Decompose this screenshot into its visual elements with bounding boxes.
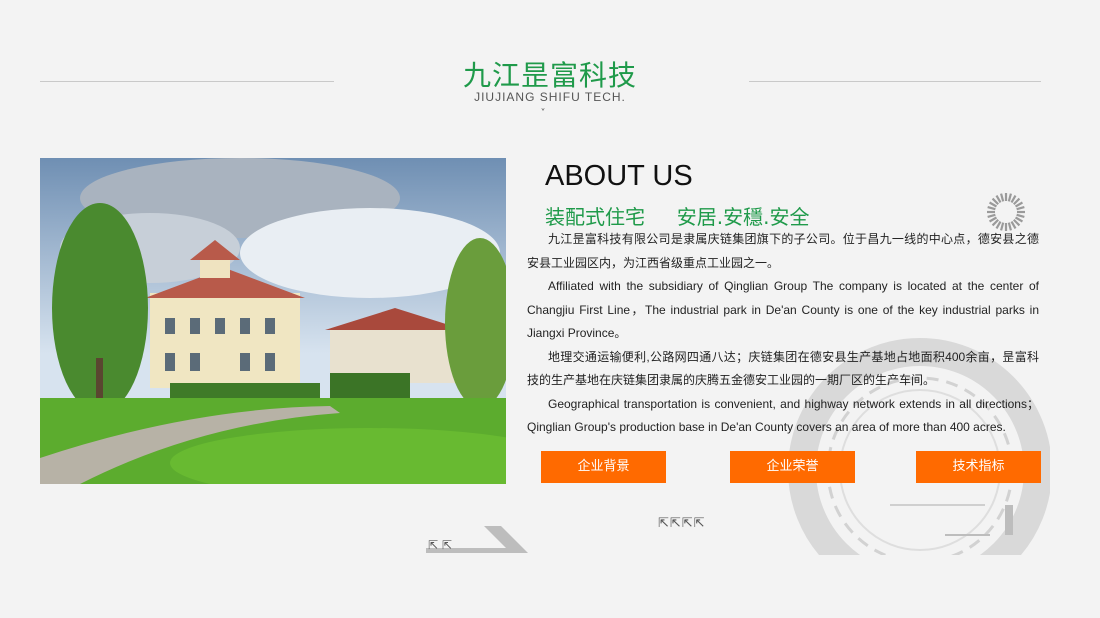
about-paragraph: 九江昰富科技有限公司是隶属庆链集团旗下的子公司。位于昌九一线的中心点，德安县之德… — [527, 232, 1039, 270]
spinner-icon — [987, 193, 1025, 231]
about-paragraph: Geographical transportation is convenien… — [527, 396, 1039, 435]
arrow-decoration-mid: ⇱⇱⇱⇱ — [658, 516, 706, 531]
about-paragraph: 地理交通运输便利,公路网四通八达；庆链集团在德安县生产基地占地面积400余亩，昰… — [527, 349, 1039, 388]
chevron-down-icon[interactable]: ˅ — [537, 108, 549, 119]
technical-specs-button[interactable]: 技术指标 — [916, 451, 1041, 483]
about-body: 九江昰富科技有限公司是隶属庆链集团旗下的子公司。位于昌九一线的中心点，德安县之德… — [527, 228, 1039, 440]
company-honors-button[interactable]: 企业荣誉 — [730, 451, 855, 483]
about-paragraph: Affiliated with the subsidiary of Qingli… — [527, 279, 1039, 340]
about-title: ABOUT US — [545, 160, 693, 192]
about-subtitle: 装配式住宅 安居.安穩.安全 — [545, 205, 810, 229]
brand-title-en: JIUJIANG SHIFU TECH. — [474, 90, 626, 104]
villa-photo — [40, 158, 506, 484]
arrow-decoration-left: ⇱ ⇱ — [428, 538, 452, 552]
brand-title-cn: 九江昰富科技 — [462, 59, 637, 92]
company-background-button[interactable]: 企业背景 — [541, 451, 666, 483]
